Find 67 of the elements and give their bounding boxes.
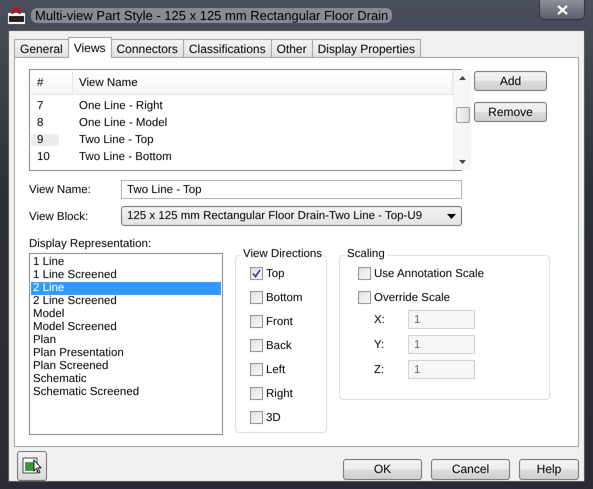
checkbox-label: Use Annotation Scale	[374, 268, 484, 280]
row-number-cell[interactable]: 9	[31, 134, 59, 146]
scrollbar[interactable]	[453, 70, 471, 170]
dialog-button[interactable]: Help	[519, 458, 579, 480]
tab[interactable]: Classifications	[182, 39, 272, 57]
list-item[interactable]: Plan Screened	[31, 360, 221, 373]
view-name-cell[interactable]: One Line - Model	[73, 116, 168, 128]
checkbox-label: Front	[266, 316, 293, 328]
side-button[interactable]: Add	[474, 71, 547, 91]
row-number-cell[interactable]: 7	[31, 100, 73, 112]
close-icon	[556, 4, 568, 14]
list-item[interactable]: Plan Presentation	[31, 347, 221, 360]
list-item[interactable]: Model	[31, 308, 221, 321]
view-name-cell[interactable]: One Line - Right	[73, 100, 163, 112]
checkbox-label: Override Scale	[374, 292, 450, 304]
dialog-button[interactable]: Cancel	[431, 458, 510, 480]
checkbox[interactable]	[358, 291, 371, 304]
list-item[interactable]: Model Screened	[31, 321, 221, 334]
list-item[interactable]: 2 Line Screened	[31, 295, 221, 308]
view-block-dropdown[interactable]: 125 x 125 mm Rectangular Floor Drain-Two Line - Top-U9	[121, 206, 462, 226]
checkbox[interactable]	[358, 267, 371, 280]
column-header[interactable]: #	[31, 71, 73, 94]
list-item[interactable]: Schematic	[31, 373, 221, 386]
view-name-cell[interactable]: Two Line - Top	[73, 134, 154, 146]
checkbox-label: Back	[266, 340, 292, 352]
scale-label: Z:	[373, 364, 386, 376]
display-representation-label: Display Representation:	[29, 238, 152, 250]
checkbox-label: Right	[266, 388, 293, 400]
view-name-label: View Name:	[29, 184, 92, 196]
list-item[interactable]: Plan	[31, 334, 221, 347]
tab[interactable]: Other	[270, 39, 313, 57]
scale-label: X:	[373, 314, 386, 326]
checkbox[interactable]	[250, 291, 263, 304]
tab[interactable]: Display Properties	[312, 39, 421, 57]
checkbox[interactable]	[250, 315, 263, 328]
checkbox-label: 3D	[266, 412, 281, 424]
window-title: Multi-view Part Style - 125 x 125 mm Rectangular Floor Drain	[31, 8, 392, 22]
list-item[interactable]: 1 Line Screened	[31, 269, 221, 282]
list-item[interactable]: Schematic Screened	[31, 386, 221, 399]
checkbox-label: Top	[266, 268, 285, 280]
checkbox[interactable]	[250, 363, 263, 376]
app-logo-icon	[8, 6, 25, 24]
group-title: Scaling	[345, 248, 387, 260]
checkbox[interactable]	[250, 267, 263, 280]
scroll-thumb[interactable]	[456, 107, 470, 123]
checkbox[interactable]	[250, 387, 263, 400]
view-name-cell[interactable]: Two Line - Bottom	[73, 150, 172, 162]
view-block-label: View Block:	[29, 211, 90, 223]
dialog-button[interactable]: OK	[343, 458, 422, 480]
checkbox-label: Bottom	[266, 292, 302, 304]
row-number-cell[interactable]: 8	[31, 116, 73, 128]
checkbox[interactable]	[250, 411, 263, 424]
tab[interactable]: Views	[68, 37, 112, 58]
caret-icon	[447, 214, 456, 218]
group-title: View Directions	[241, 248, 324, 260]
row-number-cell[interactable]: 10	[31, 150, 73, 162]
tab[interactable]: General	[14, 39, 69, 57]
checkbox[interactable]	[250, 339, 263, 352]
window-cursor-icon	[22, 456, 42, 476]
side-button[interactable]: Remove	[474, 102, 547, 122]
close-button[interactable]	[539, 0, 585, 20]
tab[interactable]: Connectors	[110, 39, 184, 57]
list-item[interactable]: 1 Line	[31, 256, 221, 269]
preview-button[interactable]	[17, 451, 47, 481]
scale-label: Y:	[373, 338, 386, 350]
checkbox-label: Left	[266, 364, 286, 376]
view-name-field[interactable]: Two Line - Top	[121, 180, 462, 199]
